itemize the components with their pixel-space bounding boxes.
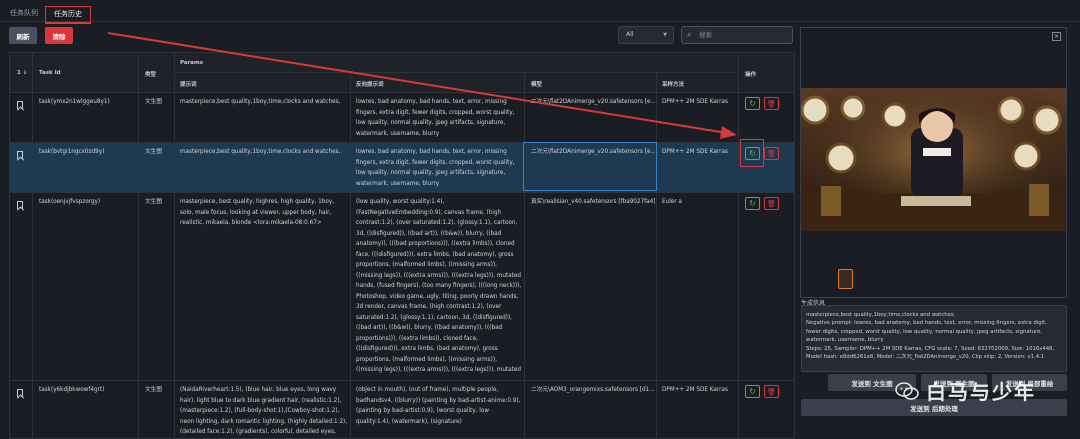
trash-icon[interactable]: 🗑 <box>764 97 779 110</box>
search-placeholder: 搜索 <box>699 31 712 39</box>
type-cell: 文生图 <box>145 199 163 205</box>
selected-model-highlight <box>523 142 657 191</box>
tab-task-history[interactable]: 任务历史 <box>45 6 91 24</box>
sampler-cell: DPM++ 2M SDE Karras <box>662 149 728 155</box>
params-divider <box>174 72 738 73</box>
task-history-table: 1 ↓ Task Id 类型 Params 提示词 反向提示词 模型 采样方法 … <box>9 52 795 439</box>
prompt-cell: masterpiece,best quality,1boy,time,clock… <box>180 99 341 105</box>
search-icon: ⌕ <box>687 30 692 39</box>
table-row[interactable]: task(oenjvjfvspzorgy) 文生图 masterpiece, b… <box>10 193 794 381</box>
model-cell: 二次元\flat2DAnimerge_v20.safetensors [e... <box>531 99 655 105</box>
sampler-cell: DPM++ 2M SDE Karras <box>662 99 728 105</box>
sampler-cell: Euler a <box>662 199 682 205</box>
regenerate-icon[interactable]: ↻ <box>745 385 760 398</box>
type-cell: 文生图 <box>145 99 163 105</box>
watermark-text: 白马与少年 <box>926 380 1036 404</box>
negative-prompt-column-header[interactable]: 反向提示词 <box>356 80 384 88</box>
task-id-cell: task(oenjvjfvspzorgy) <box>39 199 101 205</box>
wechat-icon <box>895 381 919 400</box>
model-cell: 真实\realisian_v40.safetensors [fba9027fa4… <box>531 199 655 205</box>
bookmark-icon[interactable] <box>17 151 23 159</box>
trash-icon[interactable]: 🗑 <box>764 197 779 210</box>
params-column-header: Params <box>180 60 204 66</box>
type-cell: 文生图 <box>145 149 163 155</box>
refresh-button[interactable]: 刷新 <box>9 27 37 44</box>
prompt-column-header[interactable]: 提示词 <box>180 80 197 88</box>
gen-info-text: masterpiece,best quality,1boy,time,clock… <box>801 305 1067 372</box>
negative-prompt-cell: lowres, bad anatomy, bad hands, text, er… <box>356 149 515 187</box>
table-header: 1 ↓ Task Id 类型 Params 提示词 反向提示词 模型 采样方法 … <box>10 53 794 93</box>
task-id-cell: task(bvtgi1ngcx0zd9y) <box>39 149 105 155</box>
regenerate-icon[interactable]: ↻ <box>745 197 760 210</box>
task-id-cell: task(ymx2n1wlggeu8y1) <box>39 99 110 105</box>
generated-image[interactable] <box>801 88 1066 231</box>
watermark: 白马与少年 <box>895 376 1036 405</box>
chevron-down-icon: ▼ <box>663 32 667 38</box>
table-row[interactable]: task(y6kdjbkwowf4grt) 文生图 (NaidaRiverhea… <box>10 381 794 438</box>
image-preview-panel: × <box>800 27 1067 298</box>
table-row[interactable]: task(ymx2n1wlggeu8y1) 文生图 masterpiece,be… <box>10 93 794 143</box>
close-icon[interactable]: × <box>1052 32 1061 41</box>
actions-column-header: 操作 <box>745 72 757 78</box>
model-cell: 二次元\AOM3_orangemixs.safetensors [d1... <box>531 387 655 393</box>
bookmark-icon[interactable] <box>17 101 23 109</box>
trash-icon[interactable]: 🗑 <box>764 147 779 160</box>
sort-column-header[interactable]: 1 ↓ <box>17 70 27 76</box>
sampler-cell: DPM++ 2M SDE Karras <box>662 387 728 393</box>
type-column-header[interactable]: 类型 <box>145 70 156 78</box>
sampler-column-header[interactable]: 采样方法 <box>662 80 684 88</box>
prompt-cell: masterpiece, best quality, highres, high… <box>180 199 335 226</box>
type-cell: 文生图 <box>145 387 163 393</box>
annotation-highlight-box <box>740 139 764 167</box>
bookmark-icon[interactable] <box>17 201 23 209</box>
trash-icon[interactable]: 🗑 <box>764 385 779 398</box>
model-column-header[interactable]: 模型 <box>531 80 542 88</box>
negative-prompt-cell: (low quality, worst quality:1.4), (FastN… <box>356 199 522 373</box>
type-filter-value: All <box>626 31 634 38</box>
task-id-cell: task(y6kdjbkwowf4grt) <box>39 387 105 393</box>
prompt-cell: (NaidaRiverheart:1.5), (blue hair, blue … <box>180 387 348 435</box>
tab-bar: 任务队列 任务历史 <box>0 0 1080 24</box>
bookmark-icon[interactable] <box>17 389 23 397</box>
negative-prompt-cell: lowres, bad anatomy, bad hands, text, er… <box>356 99 515 137</box>
clear-button[interactable]: 清除 <box>45 27 73 44</box>
negative-prompt-cell: (object in mouth), (out of frame), multi… <box>356 387 521 425</box>
regenerate-icon[interactable]: ↻ <box>745 97 760 110</box>
image-thumbnail[interactable] <box>838 269 853 289</box>
gen-info-content: masterpiece,best quality,1boy,time,clock… <box>806 312 1055 361</box>
tab-task-queue[interactable]: 任务队列 <box>10 8 38 18</box>
prompt-cell: masterpiece,best quality,1boy,time,clock… <box>180 149 341 155</box>
table-row-selected[interactable]: task(bvtgi1ngcx0zd9y) 文生图 masterpiece,be… <box>10 143 794 193</box>
type-filter-select[interactable]: All ▼ <box>618 26 674 44</box>
search-input[interactable]: ⌕ 搜索 <box>681 26 793 44</box>
task-id-column-header[interactable]: Task Id <box>39 70 61 76</box>
